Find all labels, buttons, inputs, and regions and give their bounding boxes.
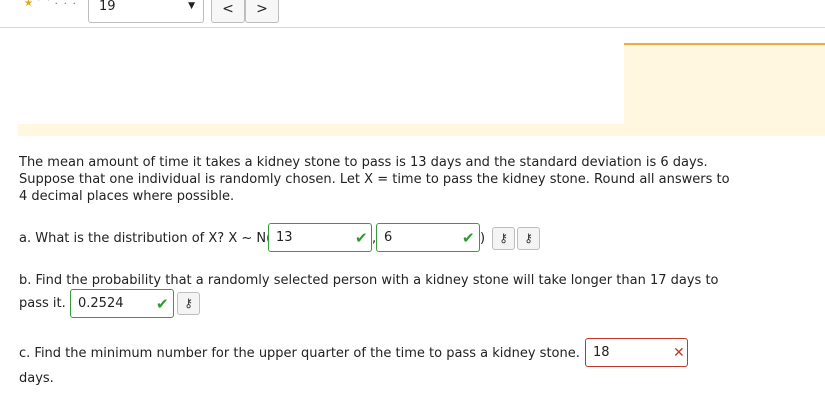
incorrect-x-icon: ✕	[673, 345, 685, 361]
ellipsis-icon: ⌒ · · ·	[38, 0, 77, 10]
question-select-value: 19	[99, 0, 116, 14]
probability-answer-value: 0.2524	[78, 296, 124, 311]
correct-check-icon: ✔	[355, 229, 368, 247]
question-select[interactable]: 19 ▼	[88, 0, 204, 23]
part-b-prompt-line1: b. Find the probability that a randomly …	[19, 273, 719, 288]
question-toolbar: ★ ⌒ · · · 19 ▼ < >	[0, 0, 825, 28]
upper-quarter-answer-value: 18	[593, 345, 610, 360]
part-a-prompt: a. What is the distribution of X? X ~ N(	[19, 231, 272, 246]
notice-banner	[624, 43, 825, 136]
key-icon[interactable]: ⚷	[517, 227, 540, 250]
correct-check-icon: ✔	[156, 295, 169, 313]
part-c-suffix: days.	[19, 371, 54, 386]
key-icon[interactable]: ⚷	[492, 227, 515, 250]
sd-answer-value: 6	[384, 230, 393, 245]
next-question-button[interactable]: >	[245, 0, 279, 23]
part-c-prompt: c. Find the minimum number for the upper…	[19, 346, 580, 361]
key-icon[interactable]: ⚷	[177, 292, 200, 315]
star-icon: ★	[24, 0, 33, 9]
problem-statement: The mean amount of time it takes a kidne…	[19, 155, 730, 204]
part-b-prompt-line2: pass it.	[19, 296, 66, 311]
closing-paren: )	[480, 231, 486, 246]
mean-answer-value: 13	[276, 230, 293, 245]
chevron-down-icon: ▼	[188, 1, 195, 11]
previous-question-button[interactable]: <	[211, 0, 245, 23]
correct-check-icon: ✔	[462, 229, 475, 247]
